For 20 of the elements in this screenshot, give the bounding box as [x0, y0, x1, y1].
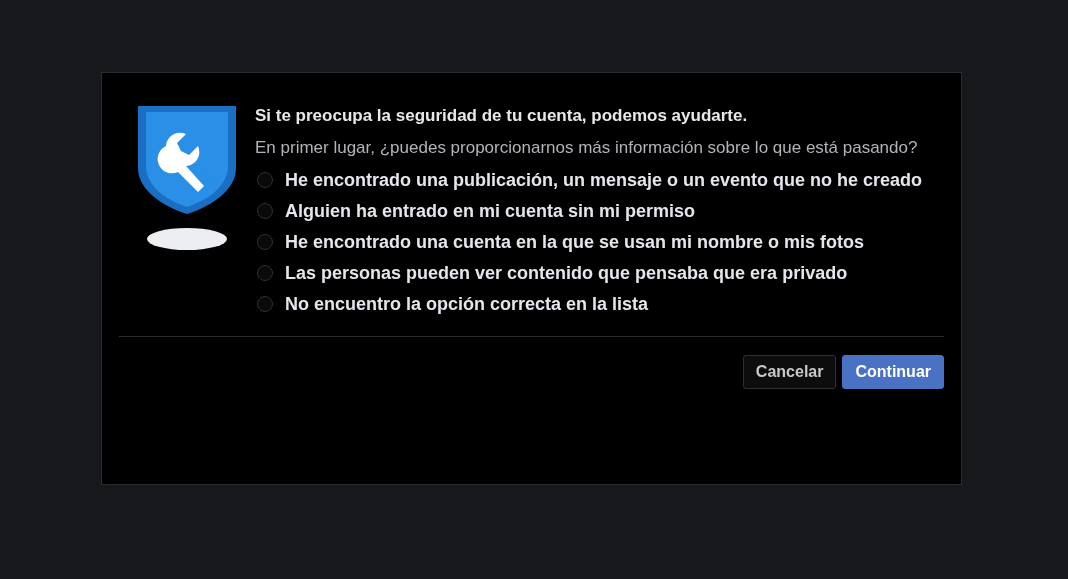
- radio-button[interactable]: [257, 296, 273, 312]
- shield-wrench-icon: [138, 106, 236, 214]
- option-label: Las personas pueden ver contenido que pensaba que era privado: [285, 262, 848, 285]
- radio-option[interactable]: Alguien ha entrado en mi cuenta sin mi permiso: [255, 197, 934, 225]
- radio-option[interactable]: No encuentro la opción correcta en la lista: [255, 290, 934, 318]
- option-label: He encontrado una publicación, un mensaje o un evento que no he creado: [285, 169, 923, 192]
- cancel-button[interactable]: Cancelar: [742, 355, 837, 389]
- option-label: Alguien ha entrado en mi cuenta sin mi permiso: [285, 200, 696, 223]
- continue-button[interactable]: Continuar: [842, 355, 944, 389]
- radio-button[interactable]: [257, 203, 273, 219]
- radio-option[interactable]: He encontrado una publicación, un mensaje o un evento que no he creado: [255, 166, 934, 194]
- radio-option[interactable]: He encontrado una cuenta en la que se usan mi nombre o mis fotos: [255, 228, 934, 256]
- radio-option[interactable]: Las personas pueden ver contenido que pensaba que era privado: [255, 259, 934, 287]
- dialog-title: Si te preocupa la seguridad de tu cuenta, podemos ayudarte.: [255, 106, 749, 126]
- radio-button[interactable]: [257, 234, 273, 250]
- option-label: No encuentro la opción correcta en la lista: [285, 293, 649, 316]
- radio-button[interactable]: [257, 265, 273, 281]
- option-label: He encontrado una cuenta en la que se usan mi nombre o mis fotos: [285, 231, 865, 254]
- radio-button[interactable]: [257, 172, 273, 188]
- question-text: En primer lugar, ¿puedes proporcionarnos más información sobre lo que está pasando?: [255, 137, 919, 159]
